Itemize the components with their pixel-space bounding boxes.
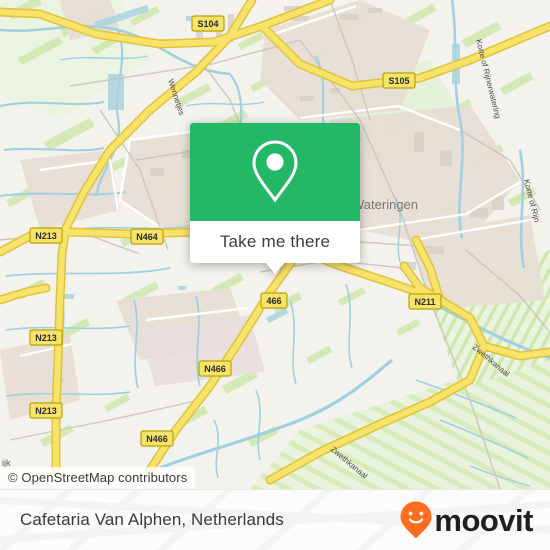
moovit-pin-smiley-icon — [400, 501, 432, 539]
road-shield-label: S104 — [197, 19, 218, 29]
road-shield: S104 — [191, 15, 225, 32]
popup-pointer — [266, 263, 284, 274]
map-pin-icon — [252, 140, 298, 203]
road-shield: N466 — [198, 360, 232, 377]
moovit-wordmark: moovit — [434, 502, 533, 538]
place-popup-card[interactable]: Take me there — [190, 123, 360, 274]
map-canvas[interactable]: Wateringen Wennetjes Korte of Rijnerwateri… — [0, 0, 550, 489]
osm-attribution[interactable]: © OpenStreetMap contributors — [0, 467, 196, 489]
moovit-logo[interactable]: moovit — [399, 500, 533, 540]
road-shield-label: N213 — [35, 406, 57, 416]
road-shield: N213 — [29, 329, 63, 346]
road-shield: N213 — [29, 227, 63, 244]
map-label: Wateringen — [352, 197, 418, 212]
road-shield-label: N464 — [136, 232, 158, 242]
road-shield-label: N213 — [35, 231, 57, 241]
road-shield-label: N213 — [35, 333, 57, 343]
road-shield-label: N466 — [204, 364, 226, 374]
take-me-there-button[interactable]: Take me there — [190, 221, 360, 263]
moovit-place-card: Wateringen Wennetjes Korte of Rijnerwateri… — [0, 0, 550, 550]
road-shield: N213 — [29, 402, 63, 419]
road-shield-label: N466 — [146, 434, 168, 444]
footer-bar: Cafetaria Van Alphen, Netherlands moovit — [0, 489, 550, 550]
place-title: Cafetaria Van Alphen, Netherlands — [20, 510, 284, 529]
road-shield: N466 — [140, 430, 174, 447]
road-shield: N464 — [130, 228, 164, 245]
road-shield-label: N211 — [414, 297, 435, 307]
road-shield: S105 — [382, 72, 416, 89]
road-shield: N211 — [408, 293, 442, 310]
road-shield: 466 — [260, 292, 288, 309]
popup-header — [190, 123, 360, 221]
road-shield-label: S105 — [388, 76, 409, 86]
road-shield-label: 466 — [266, 296, 281, 306]
